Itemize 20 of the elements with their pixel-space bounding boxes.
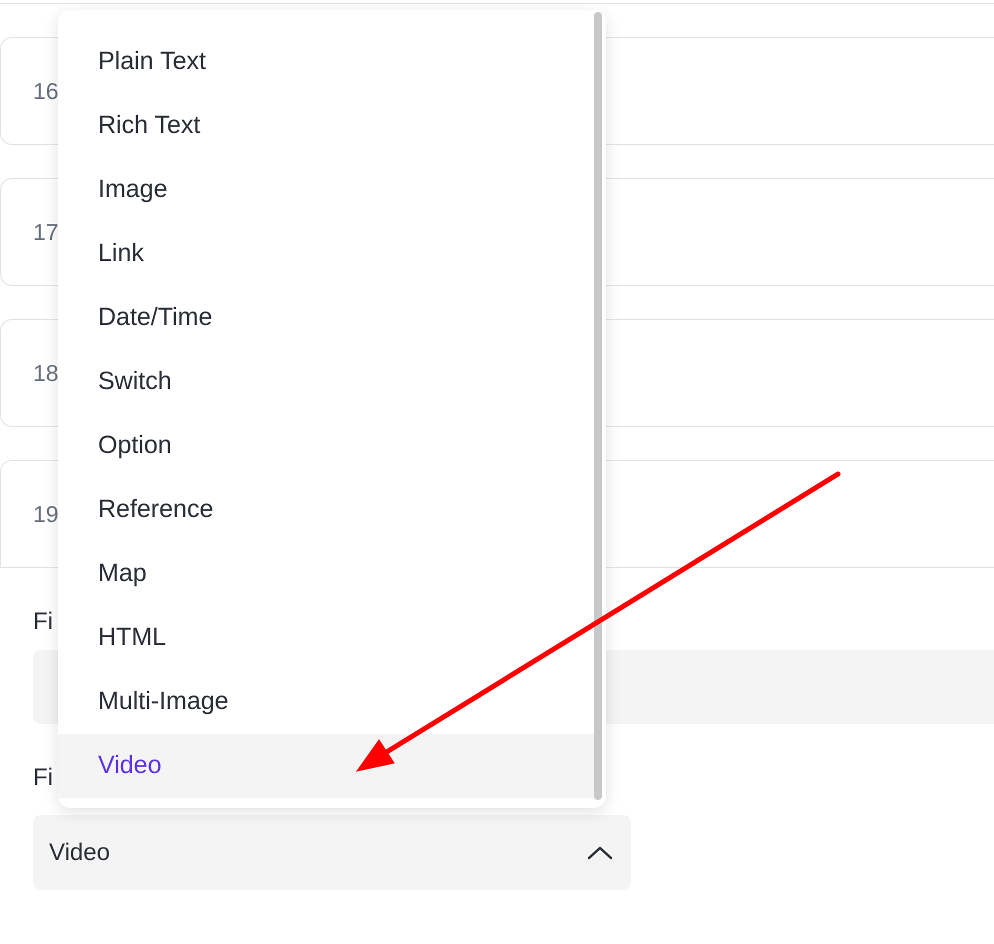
dropdown-option[interactable]: Rich Text (58, 94, 594, 158)
dropdown-option[interactable]: Reference (58, 478, 594, 542)
field-label: Fi (33, 764, 53, 792)
dropdown-option[interactable]: Option (58, 414, 594, 478)
dropdown-option[interactable]: Video (58, 734, 594, 798)
row-number: 17 (33, 218, 59, 247)
field-label: Fi (33, 608, 53, 636)
dropdown-option[interactable]: Link (58, 222, 594, 286)
row-number: 18 (33, 358, 59, 388)
dropdown-option[interactable]: Image (58, 158, 594, 222)
dropdown-option[interactable]: HTML (58, 606, 594, 670)
dropdown-option[interactable]: Multi-Image (58, 670, 594, 734)
dropdown-option[interactable]: Date/Time (58, 286, 594, 350)
row-number: 16 (33, 76, 59, 106)
dropdown-option[interactable]: Switch (58, 350, 594, 414)
type-select[interactable]: Video (33, 815, 631, 890)
dropdown-option[interactable]: Plain Text (58, 30, 594, 94)
dropdown-option[interactable]: Map (58, 542, 594, 606)
scrollbar[interactable] (594, 12, 602, 800)
row-number: 19 (33, 500, 59, 529)
